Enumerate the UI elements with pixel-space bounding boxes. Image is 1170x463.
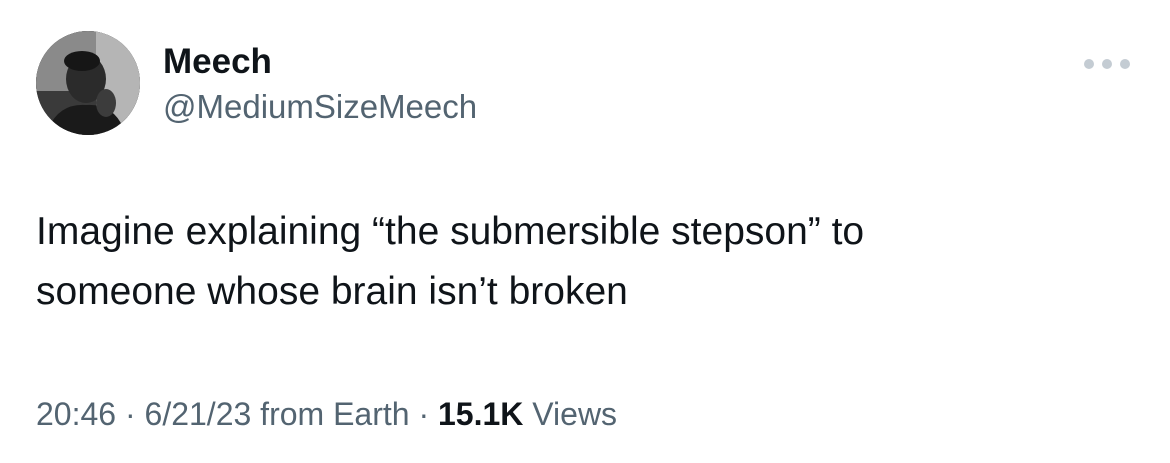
views-count[interactable]: 15.1K <box>438 396 523 432</box>
avatar[interactable] <box>36 31 140 135</box>
tweet-metadata: 20:46 · 6/21/23 from Earth · 15.1K Views <box>36 396 617 433</box>
tweet-time[interactable]: 20:46 <box>36 396 116 432</box>
author-handle[interactable]: @MediumSizeMeech <box>163 88 477 126</box>
tweet-text-line: Imagine explaining “the submersible step… <box>36 210 865 253</box>
author-display-name[interactable]: Meech <box>163 42 272 82</box>
meta-separator: · <box>409 396 438 432</box>
meta-separator: · <box>116 396 145 432</box>
more-dot <box>1084 59 1094 69</box>
tweet-source: from Earth <box>251 396 410 432</box>
tweet-date[interactable]: 6/21/23 <box>145 396 252 432</box>
more-options-icon[interactable] <box>1084 54 1130 74</box>
tweet-text-line: someone whose brain isn’t broken <box>36 270 628 313</box>
tweet-text: Imagine explaining “the submersible step… <box>36 202 1126 322</box>
views-label[interactable]: Views <box>523 396 617 432</box>
more-dot <box>1120 59 1130 69</box>
more-dot <box>1102 59 1112 69</box>
profile-photo-icon <box>36 31 140 135</box>
tweet-card: Meech @MediumSizeMeech Imagine explainin… <box>0 0 1170 463</box>
